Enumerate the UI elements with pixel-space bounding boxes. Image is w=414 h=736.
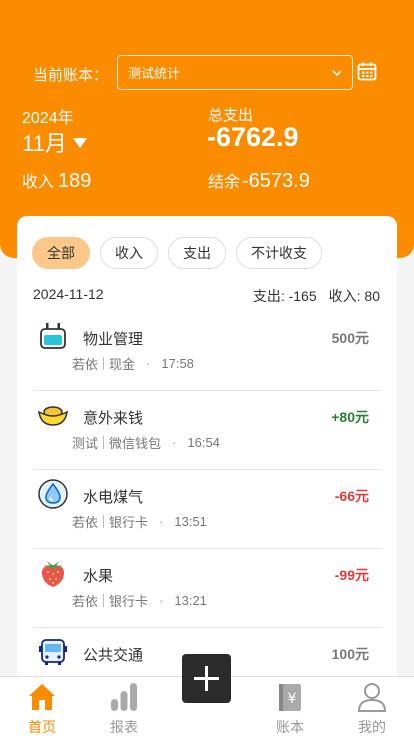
- record-meta: 若依 银行卡 · 13:51: [72, 512, 207, 531]
- record-account: 银行卡: [109, 594, 149, 609]
- record-meta: 若依 银行卡 · 13:21: [72, 591, 207, 610]
- month-label: 11月: [22, 131, 67, 156]
- record-time: 16:54: [187, 435, 220, 450]
- records-card: 全部 收入 支出 不计收支 2024-11-12 支出: -165 收入: 80 …: [17, 216, 397, 696]
- meta-dot: ·: [159, 593, 164, 608]
- income-label: 收入: [22, 174, 55, 191]
- tab-mine[interactable]: 我的: [332, 677, 412, 736]
- tab-mine-label: 我的: [358, 719, 386, 735]
- day-income: 收入: 80: [328, 288, 380, 304]
- record-amount: -66元: [334, 488, 369, 504]
- meta-dot: ·: [172, 435, 177, 450]
- record-title: 水电煤气: [83, 489, 144, 506]
- gold-ingot-icon: [38, 406, 68, 426]
- day-summary: 支出: -165 收入: 80: [253, 286, 380, 306]
- month-picker[interactable]: 11月: [22, 126, 87, 158]
- tab-report[interactable]: 报表: [84, 677, 164, 736]
- record-amount: 500元: [331, 330, 369, 346]
- record-user: 测试: [72, 436, 99, 451]
- balance-summary: 结余 -6573.9: [208, 168, 310, 193]
- water-drop-icon: [38, 479, 68, 509]
- record-item[interactable]: 水电煤气 若依 银行卡 · 13:51 -66元: [33, 470, 381, 549]
- record-account: 微信钱包: [109, 436, 162, 451]
- chevron-down-icon: [332, 69, 342, 76]
- filter-excluded[interactable]: 不计收支: [236, 237, 322, 269]
- svg-text:¥: ¥: [288, 691, 297, 707]
- book-select-value: 测试统计: [128, 66, 181, 81]
- record-time: 13:51: [174, 514, 207, 529]
- record-title: 意外来钱: [83, 410, 144, 427]
- book-select[interactable]: 测试统计: [117, 55, 353, 90]
- income-summary: 收入 189: [22, 168, 91, 193]
- income-value: 189: [58, 170, 92, 192]
- filter-expense[interactable]: 支出: [168, 237, 226, 269]
- record-user: 若依: [72, 515, 99, 530]
- ledger-icon: ¥: [279, 684, 301, 711]
- record-amount: +80元: [331, 409, 369, 425]
- record-user: 若依: [72, 594, 99, 609]
- record-time: 13:21: [174, 593, 207, 608]
- record-list: 物业管理 若依 现金 · 17:58 500元 意外来钱 测试 微信钱包 · 16:54 +…: [33, 312, 381, 696]
- meta-divider: [103, 515, 105, 528]
- add-record-button[interactable]: [182, 654, 231, 703]
- meta-dot: ·: [146, 356, 151, 371]
- tab-home-label: 首页: [28, 719, 56, 735]
- calendar-icon[interactable]: [357, 61, 377, 81]
- bus-icon: [39, 639, 67, 665]
- home-icon: [29, 684, 55, 710]
- meta-divider: [103, 436, 105, 449]
- user-icon: [357, 683, 387, 712]
- day-date: 2024-11-12: [33, 286, 104, 302]
- caret-down-icon: [72, 138, 87, 148]
- bar-chart-icon: [111, 683, 137, 711]
- filter-all[interactable]: 全部: [32, 237, 90, 269]
- record-title: 公共交通: [83, 647, 144, 664]
- tab-ledger[interactable]: ¥ 账本: [250, 677, 330, 736]
- total-expense-value: -6762.9: [207, 122, 299, 152]
- year-label: 2024年: [22, 110, 74, 127]
- record-meta: 若依 现金 · 17:58: [72, 354, 194, 373]
- balance-value: -6573.9: [242, 170, 310, 192]
- book-label: 当前账本：: [33, 67, 109, 84]
- strawberry-icon: [41, 561, 65, 587]
- tab-report-label: 报表: [110, 719, 138, 735]
- record-item[interactable]: 物业管理 若依 现金 · 17:58 500元: [33, 312, 381, 391]
- record-item[interactable]: 意外来钱 测试 微信钱包 · 16:54 +80元: [33, 391, 381, 470]
- plus-icon: [194, 666, 219, 691]
- meta-dot: ·: [159, 514, 164, 529]
- record-meta: 测试 微信钱包 · 16:54: [72, 433, 220, 452]
- record-title: 物业管理: [83, 331, 144, 348]
- record-account: 现金: [109, 357, 136, 372]
- record-item[interactable]: 水果 若依 银行卡 · 13:21 -99元: [33, 549, 381, 628]
- record-amount: 100元: [331, 646, 369, 662]
- record-account: 银行卡: [109, 515, 149, 530]
- tab-home[interactable]: 首页: [2, 677, 82, 736]
- record-time: 17:58: [161, 356, 194, 371]
- day-expense: 支出: -165: [252, 288, 317, 304]
- plug-icon: [40, 323, 66, 349]
- filter-income[interactable]: 收入: [100, 237, 158, 269]
- record-title: 水果: [83, 568, 114, 585]
- record-user: 若依: [72, 357, 99, 372]
- meta-divider: [103, 594, 105, 607]
- balance-label: 结余: [208, 174, 241, 191]
- tab-ledger-label: 账本: [276, 719, 304, 735]
- meta-divider: [103, 357, 105, 370]
- record-amount: -99元: [334, 567, 369, 583]
- filter-chips: 全部 收入 支出 不计收支: [32, 237, 322, 269]
